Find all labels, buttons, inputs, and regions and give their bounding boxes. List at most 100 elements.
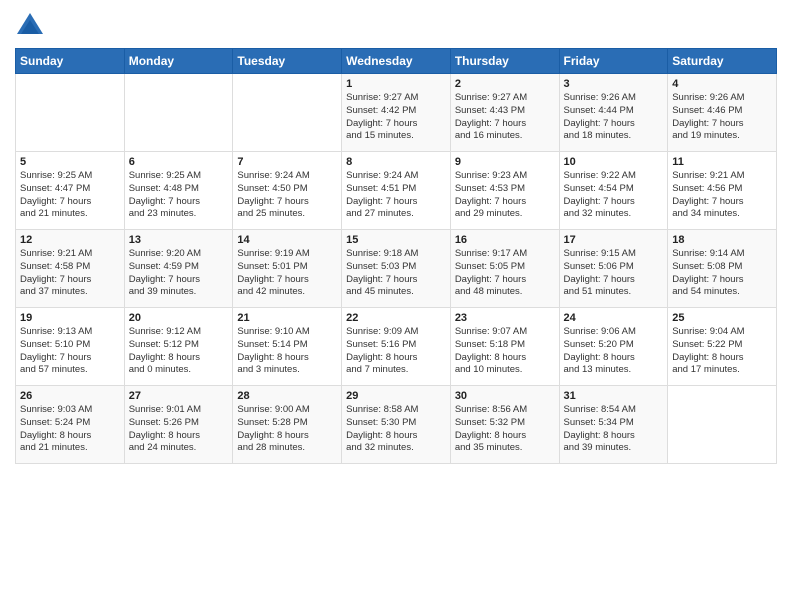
cell-content: Sunrise: 9:01 AM Sunset: 5:26 PM Dayligh… — [129, 404, 229, 455]
calendar-cell: 26 Sunrise: 9:03 AM Sunset: 5:24 PM Dayli… — [16, 386, 125, 464]
cell-content: Sunrise: 9:27 AM Sunset: 4:42 PM Dayligh… — [346, 92, 446, 143]
week-row-3: 19 Sunrise: 9:13 AM Sunset: 5:10 PM Dayli… — [16, 308, 777, 386]
cell-content: Sunrise: 9:00 AM Sunset: 5:28 PM Dayligh… — [237, 404, 337, 455]
day-number: 26 — [20, 390, 120, 402]
header-day-tuesday: Tuesday — [233, 49, 342, 74]
cell-content: Sunrise: 9:23 AM Sunset: 4:53 PM Dayligh… — [455, 170, 555, 221]
calendar-cell: 28 Sunrise: 9:00 AM Sunset: 5:28 PM Dayli… — [233, 386, 342, 464]
cell-content: Sunrise: 9:14 AM Sunset: 5:08 PM Dayligh… — [672, 248, 772, 299]
week-row-1: 5 Sunrise: 9:25 AM Sunset: 4:47 PM Daylig… — [16, 152, 777, 230]
day-number: 22 — [346, 312, 446, 324]
cell-content: Sunrise: 9:19 AM Sunset: 5:01 PM Dayligh… — [237, 248, 337, 299]
calendar-cell: 24 Sunrise: 9:06 AM Sunset: 5:20 PM Dayli… — [559, 308, 668, 386]
cell-content: Sunrise: 9:12 AM Sunset: 5:12 PM Dayligh… — [129, 326, 229, 377]
header-row: SundayMondayTuesdayWednesdayThursdayFrid… — [16, 49, 777, 74]
day-number: 5 — [20, 156, 120, 168]
day-number: 17 — [564, 234, 664, 246]
day-number: 1 — [346, 78, 446, 90]
day-number: 15 — [346, 234, 446, 246]
header-day-wednesday: Wednesday — [342, 49, 451, 74]
cell-content: Sunrise: 9:24 AM Sunset: 4:50 PM Dayligh… — [237, 170, 337, 221]
cell-content: Sunrise: 9:20 AM Sunset: 4:59 PM Dayligh… — [129, 248, 229, 299]
calendar-cell: 6 Sunrise: 9:25 AM Sunset: 4:48 PM Daylig… — [124, 152, 233, 230]
cell-content: Sunrise: 9:09 AM Sunset: 5:16 PM Dayligh… — [346, 326, 446, 377]
day-number: 16 — [455, 234, 555, 246]
page-container: SundayMondayTuesdayWednesdayThursdayFrid… — [0, 0, 792, 612]
header-day-saturday: Saturday — [668, 49, 777, 74]
calendar-cell: 8 Sunrise: 9:24 AM Sunset: 4:51 PM Daylig… — [342, 152, 451, 230]
cell-content: Sunrise: 9:17 AM Sunset: 5:05 PM Dayligh… — [455, 248, 555, 299]
day-number: 31 — [564, 390, 664, 402]
cell-content: Sunrise: 8:58 AM Sunset: 5:30 PM Dayligh… — [346, 404, 446, 455]
cell-content: Sunrise: 9:27 AM Sunset: 4:43 PM Dayligh… — [455, 92, 555, 143]
calendar-cell: 11 Sunrise: 9:21 AM Sunset: 4:56 PM Dayli… — [668, 152, 777, 230]
cell-content: Sunrise: 9:25 AM Sunset: 4:47 PM Dayligh… — [20, 170, 120, 221]
calendar-cell: 30 Sunrise: 8:56 AM Sunset: 5:32 PM Dayli… — [450, 386, 559, 464]
day-number: 3 — [564, 78, 664, 90]
cell-content: Sunrise: 9:13 AM Sunset: 5:10 PM Dayligh… — [20, 326, 120, 377]
calendar-body: 1 Sunrise: 9:27 AM Sunset: 4:42 PM Daylig… — [16, 74, 777, 464]
calendar-cell: 16 Sunrise: 9:17 AM Sunset: 5:05 PM Dayli… — [450, 230, 559, 308]
calendar-cell: 12 Sunrise: 9:21 AM Sunset: 4:58 PM Dayli… — [16, 230, 125, 308]
cell-content: Sunrise: 9:24 AM Sunset: 4:51 PM Dayligh… — [346, 170, 446, 221]
calendar-cell: 3 Sunrise: 9:26 AM Sunset: 4:44 PM Daylig… — [559, 74, 668, 152]
cell-content: Sunrise: 8:54 AM Sunset: 5:34 PM Dayligh… — [564, 404, 664, 455]
cell-content: Sunrise: 9:15 AM Sunset: 5:06 PM Dayligh… — [564, 248, 664, 299]
calendar-cell: 27 Sunrise: 9:01 AM Sunset: 5:26 PM Dayli… — [124, 386, 233, 464]
day-number: 12 — [20, 234, 120, 246]
week-row-0: 1 Sunrise: 9:27 AM Sunset: 4:42 PM Daylig… — [16, 74, 777, 152]
calendar-cell — [124, 74, 233, 152]
day-number: 30 — [455, 390, 555, 402]
calendar-header: SundayMondayTuesdayWednesdayThursdayFrid… — [16, 49, 777, 74]
day-number: 28 — [237, 390, 337, 402]
calendar-cell — [668, 386, 777, 464]
calendar-cell: 4Sunrise: 9:26 AM Sunset: 4:46 PM Daylig… — [668, 74, 777, 152]
cell-content: Sunrise: 9:21 AM Sunset: 4:58 PM Dayligh… — [20, 248, 120, 299]
header-day-monday: Monday — [124, 49, 233, 74]
calendar-cell — [233, 74, 342, 152]
week-row-4: 26 Sunrise: 9:03 AM Sunset: 5:24 PM Dayli… — [16, 386, 777, 464]
day-number: 19 — [20, 312, 120, 324]
cell-content: Sunrise: 9:06 AM Sunset: 5:20 PM Dayligh… — [564, 326, 664, 377]
calendar-cell: 29 Sunrise: 8:58 AM Sunset: 5:30 PM Dayli… — [342, 386, 451, 464]
calendar-cell — [16, 74, 125, 152]
cell-content: Sunrise: 8:56 AM Sunset: 5:32 PM Dayligh… — [455, 404, 555, 455]
calendar-cell: 1 Sunrise: 9:27 AM Sunset: 4:42 PM Daylig… — [342, 74, 451, 152]
day-number: 8 — [346, 156, 446, 168]
header-day-thursday: Thursday — [450, 49, 559, 74]
calendar-cell: 9 Sunrise: 9:23 AM Sunset: 4:53 PM Daylig… — [450, 152, 559, 230]
cell-content: Sunrise: 9:22 AM Sunset: 4:54 PM Dayligh… — [564, 170, 664, 221]
day-number: 27 — [129, 390, 229, 402]
day-number: 7 — [237, 156, 337, 168]
day-number: 29 — [346, 390, 446, 402]
day-number: 10 — [564, 156, 664, 168]
day-number: 9 — [455, 156, 555, 168]
calendar-cell: 10 Sunrise: 9:22 AM Sunset: 4:54 PM Dayli… — [559, 152, 668, 230]
day-number: 14 — [237, 234, 337, 246]
calendar-cell: 19 Sunrise: 9:13 AM Sunset: 5:10 PM Dayli… — [16, 308, 125, 386]
day-number: 6 — [129, 156, 229, 168]
day-number: 24 — [564, 312, 664, 324]
day-number: 25 — [672, 312, 772, 324]
header-day-sunday: Sunday — [16, 49, 125, 74]
calendar-cell: 25Sunrise: 9:04 AM Sunset: 5:22 PM Dayli… — [668, 308, 777, 386]
calendar-cell: 2 Sunrise: 9:27 AM Sunset: 4:43 PM Daylig… — [450, 74, 559, 152]
day-number: 21 — [237, 312, 337, 324]
logo — [15, 10, 48, 40]
cell-content: Sunrise: 9:26 AM Sunset: 4:44 PM Dayligh… — [564, 92, 664, 143]
cell-content: Sunrise: 9:03 AM Sunset: 5:24 PM Dayligh… — [20, 404, 120, 455]
calendar-cell: 22 Sunrise: 9:09 AM Sunset: 5:16 PM Dayli… — [342, 308, 451, 386]
calendar-cell: 31 Sunrise: 8:54 AM Sunset: 5:34 PM Dayli… — [559, 386, 668, 464]
day-number: 2 — [455, 78, 555, 90]
day-number: 11 — [672, 156, 772, 168]
calendar-cell: 15Sunrise: 9:18 AM Sunset: 5:03 PM Dayli… — [342, 230, 451, 308]
calendar-cell: 23Sunrise: 9:07 AM Sunset: 5:18 PM Dayli… — [450, 308, 559, 386]
calendar-cell: 21Sunrise: 9:10 AM Sunset: 5:14 PM Dayli… — [233, 308, 342, 386]
cell-content: Sunrise: 9:21 AM Sunset: 4:56 PM Dayligh… — [672, 170, 772, 221]
calendar-table: SundayMondayTuesdayWednesdayThursdayFrid… — [15, 48, 777, 464]
cell-content: Sunrise: 9:25 AM Sunset: 4:48 PM Dayligh… — [129, 170, 229, 221]
calendar-cell: 7 Sunrise: 9:24 AM Sunset: 4:50 PM Daylig… — [233, 152, 342, 230]
cell-content: Sunrise: 9:07 AM Sunset: 5:18 PM Dayligh… — [455, 326, 555, 377]
day-number: 18 — [672, 234, 772, 246]
week-row-2: 12 Sunrise: 9:21 AM Sunset: 4:58 PM Dayli… — [16, 230, 777, 308]
